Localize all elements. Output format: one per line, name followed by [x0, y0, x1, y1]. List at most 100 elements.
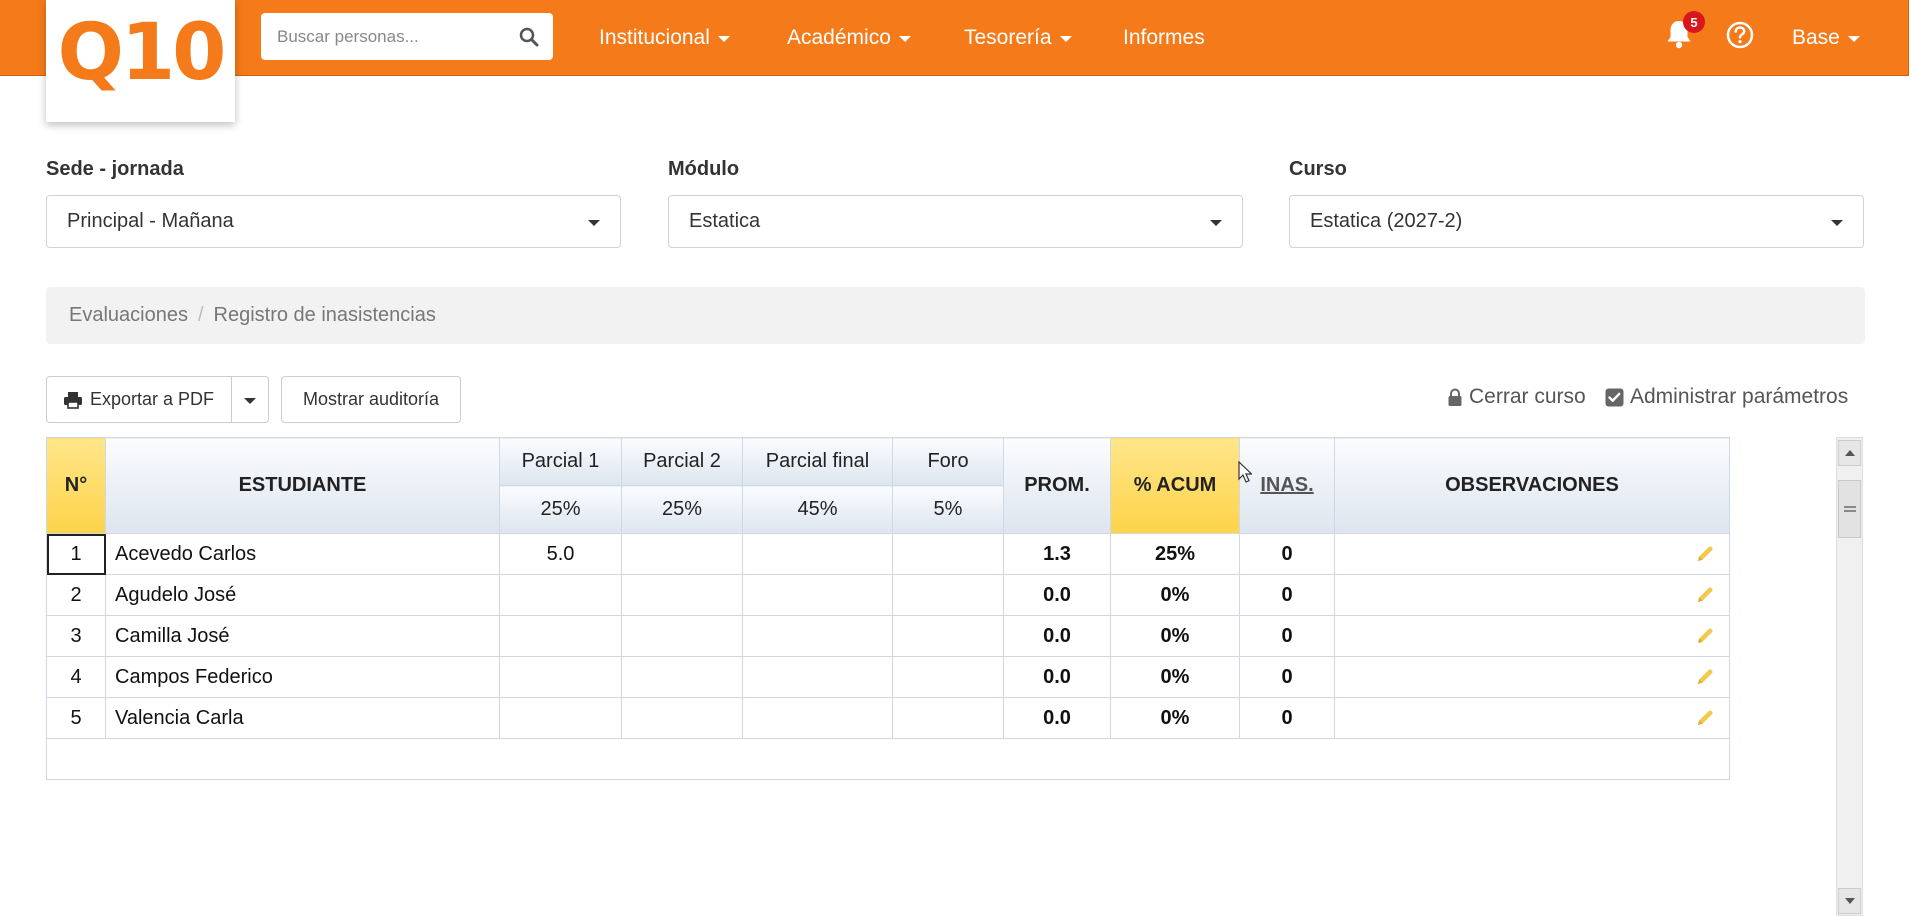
- sede-select[interactable]: Principal - Mañana: [46, 195, 621, 248]
- arrow-down-icon: [1844, 898, 1855, 904]
- column-header-parcial1[interactable]: Parcial 1: [499, 437, 622, 486]
- pencil-icon[interactable]: [1695, 626, 1715, 646]
- curso-label: Curso: [1289, 158, 1347, 180]
- cell-parcial2[interactable]: [621, 533, 743, 575]
- mouse-cursor-icon: [1238, 461, 1252, 483]
- pencil-icon[interactable]: [1695, 585, 1715, 605]
- cell-parcial2[interactable]: [621, 697, 743, 739]
- logo-text: Q10: [57, 8, 227, 98]
- cell-num[interactable]: 5: [46, 697, 106, 739]
- cell-parcial-final[interactable]: [742, 533, 893, 575]
- nav-tesoreria[interactable]: Tesorería: [964, 0, 1072, 76]
- cell-inas: 0: [1239, 697, 1335, 739]
- cell-inas: 0: [1239, 656, 1335, 698]
- column-header-parcial2[interactable]: Parcial 2: [621, 437, 743, 486]
- inas-link[interactable]: INAS.: [1260, 474, 1313, 496]
- column-header-observaciones[interactable]: OBSERVACIONES: [1334, 437, 1730, 534]
- search-input[interactable]: [277, 26, 519, 47]
- column-header-acum[interactable]: % ACUM: [1110, 437, 1240, 534]
- cell-observaciones[interactable]: [1334, 697, 1730, 739]
- cell-num[interactable]: 3: [46, 615, 106, 657]
- notification-badge: 5: [1683, 11, 1705, 33]
- vertical-scrollbar[interactable]: [1836, 437, 1863, 916]
- cell-parcial-final[interactable]: [742, 615, 893, 657]
- close-course-link[interactable]: Cerrar curso: [1447, 385, 1586, 409]
- cell-foro[interactable]: [892, 615, 1004, 657]
- show-audit-label: Mostrar auditoría: [302, 389, 440, 409]
- column-header-student[interactable]: ESTUDIANTE: [105, 437, 500, 534]
- cell-num[interactable]: 4: [46, 656, 106, 698]
- cell-parcial1[interactable]: [499, 656, 622, 698]
- cell-parcial2[interactable]: [621, 615, 743, 657]
- scroll-down-button[interactable]: [1838, 888, 1861, 914]
- show-audit-button[interactable]: Mostrar auditoría: [281, 376, 461, 423]
- cell-num[interactable]: 2: [46, 574, 106, 616]
- help-icon[interactable]: [1725, 20, 1755, 55]
- cell-student-name: Acevedo Carlos: [105, 533, 500, 575]
- table-footer: [46, 738, 1730, 780]
- cell-parcial-final[interactable]: [742, 697, 893, 739]
- cell-student-name: Valencia Carla: [105, 697, 500, 739]
- chevron-down-icon: [1847, 36, 1860, 42]
- cell-foro[interactable]: [892, 697, 1004, 739]
- column-header-foro[interactable]: Foro: [892, 437, 1004, 486]
- nav-institucional-label: Institucional: [599, 26, 710, 49]
- scroll-thumb[interactable]: [1838, 480, 1861, 538]
- scroll-up-button[interactable]: [1838, 440, 1861, 466]
- cell-parcial1[interactable]: [499, 574, 622, 616]
- nav-institucional[interactable]: Institucional: [599, 0, 730, 76]
- search-icon[interactable]: [519, 27, 539, 47]
- modulo-select[interactable]: Estatica: [668, 195, 1243, 248]
- cell-num[interactable]: 1: [46, 533, 106, 575]
- cell-acum: 25%: [1110, 533, 1240, 575]
- pencil-icon[interactable]: [1695, 667, 1715, 687]
- chevron-down-icon: [244, 397, 256, 404]
- cell-parcial2[interactable]: [621, 656, 743, 698]
- cell-prom: 0.0: [1003, 574, 1111, 616]
- cell-parcial1[interactable]: 5.0: [499, 533, 622, 575]
- export-pdf-label: Exportar a PDF: [90, 389, 215, 409]
- table-footer-row: [46, 738, 1730, 780]
- pencil-icon[interactable]: [1695, 544, 1715, 564]
- cell-observaciones[interactable]: [1334, 615, 1730, 657]
- cell-inas: 0: [1239, 574, 1335, 616]
- cell-foro[interactable]: [892, 574, 1004, 616]
- cell-foro[interactable]: [892, 656, 1004, 698]
- chevron-down-icon: [1831, 219, 1843, 226]
- column-header-parcial-final[interactable]: Parcial final: [742, 437, 893, 486]
- breadcrumb-separator: /: [197, 304, 204, 326]
- breadcrumb-item-evaluaciones[interactable]: Evaluaciones: [69, 304, 188, 327]
- weight-parcial-final: 45%: [742, 485, 893, 534]
- nav-informes[interactable]: Informes: [1123, 0, 1205, 76]
- logo[interactable]: Q10: [46, 0, 235, 122]
- nav-academico[interactable]: Académico: [787, 0, 911, 76]
- cell-observaciones[interactable]: [1334, 533, 1730, 575]
- cell-parcial1[interactable]: [499, 697, 622, 739]
- column-header-inas[interactable]: INAS.: [1239, 437, 1335, 534]
- grades-table: N° ESTUDIANTE Parcial 1 Parcial 2 Parcia…: [46, 437, 1730, 780]
- pencil-icon[interactable]: [1695, 708, 1715, 728]
- nav-tesoreria-label: Tesorería: [964, 26, 1052, 49]
- modulo-label: Módulo: [668, 158, 740, 180]
- close-course-label: Cerrar curso: [1469, 385, 1586, 408]
- export-pdf-button[interactable]: Exportar a PDF: [46, 376, 232, 423]
- curso-select[interactable]: Estatica (2027-2): [1289, 195, 1864, 248]
- checkbox-checked-icon: [1605, 388, 1624, 406]
- nav-academico-label: Académico: [787, 26, 891, 49]
- chevron-down-icon: [588, 219, 600, 226]
- cell-observaciones[interactable]: [1334, 656, 1730, 698]
- column-header-num[interactable]: N°: [46, 437, 106, 534]
- cell-foro[interactable]: [892, 533, 1004, 575]
- cell-parcial-final[interactable]: [742, 574, 893, 616]
- cell-parcial1[interactable]: [499, 615, 622, 657]
- cell-parcial-final[interactable]: [742, 656, 893, 698]
- column-header-prom[interactable]: PROM.: [1003, 437, 1111, 534]
- export-dropdown-button[interactable]: [231, 376, 269, 423]
- user-menu[interactable]: Base: [1792, 0, 1860, 76]
- admin-params-link[interactable]: Administrar parámetros: [1605, 385, 1848, 409]
- curso-value: Estatica (2027-2): [1310, 210, 1463, 232]
- cell-observaciones[interactable]: [1334, 574, 1730, 616]
- cell-parcial2[interactable]: [621, 574, 743, 616]
- cell-student-name: Agudelo José: [105, 574, 500, 616]
- search-box[interactable]: [261, 13, 553, 60]
